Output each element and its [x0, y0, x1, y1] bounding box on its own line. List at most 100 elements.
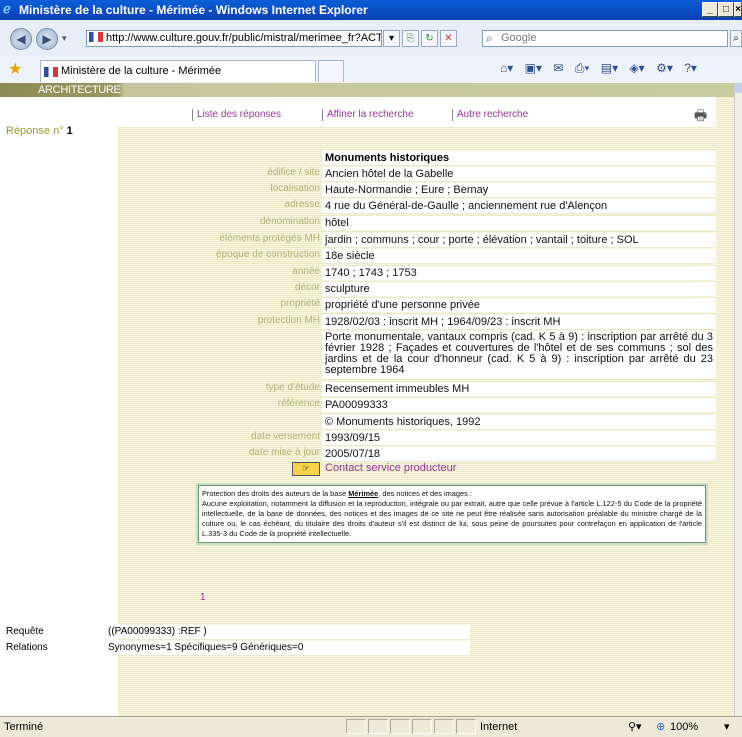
zoom-level[interactable]: 100%: [670, 721, 698, 733]
recent-pages-icon[interactable]: ▾: [62, 33, 67, 44]
field-label: décor: [294, 282, 320, 293]
stop-icon[interactable]: ✕: [440, 30, 457, 47]
tab-bar: ★ Ministère de la culture - Mérimée ⌂▾ ▣…: [0, 56, 742, 84]
contact-hand-icon[interactable]: ☞: [292, 462, 320, 476]
field-label: référence: [277, 398, 320, 409]
localisation-link[interactable]: Haute-Normandie ; Eure ; Bernay: [322, 183, 716, 197]
field-label: date versement: [251, 431, 320, 442]
search-input[interactable]: ⌕ Google: [482, 30, 728, 47]
requete-value: ((PA00099333) :REF ): [104, 625, 470, 639]
title-bar: ℯ Ministère de la culture - Mérimée - Wi…: [0, 0, 742, 20]
back-button[interactable]: ◀: [10, 28, 32, 50]
nav-autre-recherche[interactable]: Autre recherche: [452, 109, 528, 121]
tab-label: Ministère de la culture - Mérimée: [61, 65, 222, 77]
safety-icon[interactable]: ◈▾: [629, 61, 644, 75]
notice-merimee-link[interactable]: Mérimée: [348, 489, 378, 498]
new-tab-button[interactable]: [318, 60, 344, 82]
field-value: © Monuments historiques, 1992: [322, 415, 716, 429]
mail-icon[interactable]: ✉: [553, 61, 563, 75]
field-value: Recensement immeubles MH: [322, 382, 716, 396]
field-value: 1928/02/03 : inscrit MH ; 1964/09/23 : i…: [322, 315, 716, 329]
status-segment: [456, 719, 476, 734]
search-placeholder: Google: [501, 32, 537, 44]
tools-icon[interactable]: ⚙▾: [656, 61, 673, 75]
home-icon[interactable]: ⌂▾: [500, 61, 513, 75]
contact-link[interactable]: Contact service producteur: [322, 462, 456, 474]
scroll-up-arrow[interactable]: [735, 83, 742, 93]
field-value: Porte monumentale, vantaux compris (cad.…: [322, 331, 716, 379]
status-bar: Terminé Internet ⚲▾ ⊕ 100% ▾: [0, 716, 742, 737]
status-segment: [434, 719, 454, 734]
address-dropdown-button[interactable]: ▾: [383, 30, 400, 47]
field-label: propriété: [280, 298, 320, 309]
page-number-link[interactable]: 1: [200, 592, 206, 603]
help-icon[interactable]: ?▾: [684, 61, 697, 75]
top-navigation: Liste des réponses Affiner la recherche …: [118, 97, 716, 127]
field-label: type d'étude: [265, 382, 320, 393]
compatibility-icon[interactable]: ⎘: [402, 30, 419, 47]
status-segment: [346, 719, 366, 734]
nav-liste-reponses[interactable]: Liste des réponses: [192, 109, 281, 121]
field-value: jardin ; communs ; cour ; porte ; élévat…: [322, 233, 716, 247]
site-favicon: [89, 32, 103, 42]
print-icon[interactable]: ⎙▾: [575, 61, 590, 75]
command-bar: ⌂▾ ▣▾ ✉ ⎙▾ ▤▾ ◈▾ ⚙▾ ?▾: [500, 61, 742, 79]
reponse-value: 1: [66, 125, 73, 137]
field-value: 1740 ; 1743 ; 1753: [322, 266, 716, 280]
feeds-icon[interactable]: ▣▾: [525, 61, 542, 75]
relations-row: Relations Synonymes=1 Spécifiques=9 Géné…: [0, 641, 470, 656]
window-title: Ministère de la culture - Mérimée - Wind…: [19, 3, 368, 17]
requete-label: Requête: [6, 626, 44, 637]
denomination-link[interactable]: hôtel: [322, 216, 716, 230]
reponse-number: Réponse n° 1: [6, 125, 73, 137]
address-toolbar: ◀ ▶ ▾ http://www.culture.gouv.fr/public/…: [0, 20, 742, 57]
protected-mode-icon[interactable]: ⚲▾: [628, 720, 642, 733]
search-button[interactable]: ⌕: [730, 30, 742, 47]
field-value: 2005/07/18: [322, 447, 716, 461]
favorites-star-icon[interactable]: ★: [8, 59, 22, 79]
ie-logo-icon: ℯ: [3, 1, 11, 16]
address-input[interactable]: http://www.culture.gouv.fr/public/mistra…: [86, 30, 382, 47]
field-value: 18e siècle: [322, 249, 716, 263]
relations-label: Relations: [6, 642, 48, 653]
reponse-label: Réponse n°: [6, 125, 64, 137]
field-value: 1993/09/15: [322, 431, 716, 445]
field-label: date mise à jour: [248, 447, 320, 458]
field-label: protection MH: [257, 315, 320, 326]
zoom-icon[interactable]: ⊕: [656, 720, 665, 733]
zoom-dropdown-icon[interactable]: ▾: [724, 720, 730, 733]
field-label: localisation: [270, 183, 320, 194]
field-label: édifice / site: [267, 167, 320, 178]
left-column: [0, 97, 118, 716]
page-content: ARCHITECTURE Liste des réponses Affiner …: [0, 83, 734, 716]
field-value: propriété d'une personne privée: [322, 298, 716, 312]
print-page-icon[interactable]: 🖶: [694, 105, 707, 129]
vertical-scrollbar[interactable]: [734, 83, 742, 716]
forward-button[interactable]: ▶: [36, 28, 58, 50]
tab-favicon: [44, 67, 58, 77]
status-text: Terminé: [4, 721, 44, 733]
field-value: sculpture: [322, 282, 716, 296]
field-value: PA00099333: [322, 398, 716, 412]
page-menu-icon[interactable]: ▤▾: [601, 61, 618, 75]
minimize-button[interactable]: _: [702, 2, 718, 17]
nav-affiner-recherche[interactable]: Affiner la recherche: [322, 109, 414, 121]
section-title: ARCHITECTURE: [38, 84, 121, 96]
status-segment: [412, 719, 432, 734]
requete-row: Requête ((PA00099333) :REF ): [0, 625, 470, 640]
section-header: ARCHITECTURE: [0, 83, 734, 97]
field-label: adresse: [284, 199, 320, 210]
status-segment: [390, 719, 410, 734]
relations-value: Synonymes=1 Spécifiques=9 Génériques=0: [104, 641, 470, 655]
copyright-notice: Protection des droits des auteurs de la …: [196, 483, 708, 545]
maximize-button[interactable]: □: [718, 2, 734, 17]
search-provider-icon: ⌕: [486, 31, 493, 45]
field-label: dénomination: [259, 216, 320, 227]
close-button[interactable]: ×: [734, 2, 742, 17]
security-zone: Internet: [480, 721, 518, 733]
tab-merimee[interactable]: Ministère de la culture - Mérimée: [40, 60, 316, 82]
field-label: année: [292, 266, 320, 277]
refresh-icon[interactable]: ↻: [421, 30, 438, 47]
notice-title-end: , des notices et des images :: [378, 489, 472, 498]
url-text: http://www.culture.gouv.fr/public/mistra…: [106, 32, 382, 44]
